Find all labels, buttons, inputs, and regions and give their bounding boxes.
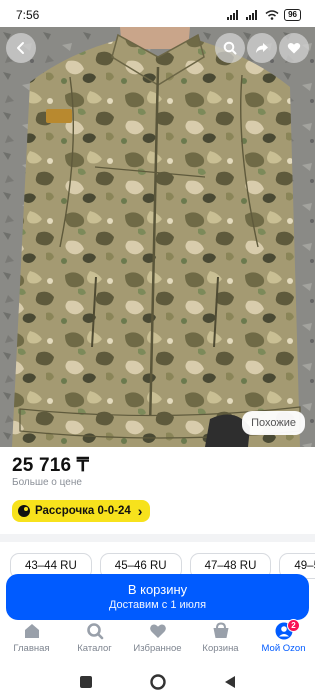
wifi-icon <box>265 10 279 20</box>
installment-label: Рассрочка 0-0-24 <box>35 505 131 517</box>
basket-icon <box>212 622 230 640</box>
share-button[interactable] <box>247 33 277 63</box>
back-icon <box>17 42 24 54</box>
delivery-date: Доставим с 1 июля <box>108 599 207 611</box>
system-navigation <box>0 664 315 700</box>
nav-item-cart[interactable]: Корзина <box>189 622 252 654</box>
status-bar: 7:56 96 <box>0 0 315 30</box>
installment-badge[interactable]: Рассрочка 0-0-24 › <box>12 500 151 522</box>
search-icon <box>86 622 104 640</box>
battery-icon: 96 <box>284 9 301 21</box>
signal-icon <box>227 10 239 20</box>
nav-item-catalog[interactable]: Каталог <box>63 622 126 654</box>
heart-icon <box>149 622 167 640</box>
home-system-icon[interactable] <box>149 674 166 690</box>
favorite-button[interactable] <box>279 33 309 63</box>
chevron-right-icon: › <box>137 503 143 519</box>
back-button[interactable] <box>6 33 36 63</box>
recents-icon[interactable] <box>79 675 93 689</box>
status-time: 7:56 <box>16 8 40 22</box>
signal-icon-2 <box>246 10 258 20</box>
product-page: 7:56 96 Похожие 25 716 ₸ Больше о цене Р… <box>0 0 315 700</box>
nav-item-favorites[interactable]: Избранное <box>126 622 189 654</box>
share-icon <box>256 43 268 53</box>
search-icon <box>223 41 237 55</box>
product-image[interactable]: Похожие <box>0 27 315 447</box>
back-system-icon[interactable] <box>223 675 237 689</box>
status-icons: 96 <box>227 9 301 21</box>
add-to-cart-button[interactable]: В корзину Доставим с 1 июля <box>6 574 309 620</box>
installment-icon <box>18 505 30 517</box>
search-button[interactable] <box>215 33 245 63</box>
bottom-navigation: Главная Каталог Избранное Корзина 2 Мой … <box>0 619 315 662</box>
camo-jacket-illustration <box>0 27 315 447</box>
price-details-link[interactable]: Больше о цене <box>12 477 82 488</box>
nav-item-home[interactable]: Главная <box>0 622 63 654</box>
nav-label-home: Главная <box>13 643 50 654</box>
nav-label-profile: Мой Ozon <box>261 643 306 654</box>
profile-badge: 2 <box>287 619 300 632</box>
nav-label-favorites: Избранное <box>133 643 182 654</box>
section-divider <box>0 534 315 542</box>
similar-button[interactable]: Похожие <box>242 411 305 435</box>
add-to-cart-label: В корзину <box>127 582 188 597</box>
heart-icon <box>287 42 301 54</box>
nav-label-cart: Корзина <box>202 643 239 654</box>
product-price: 25 716 ₸ <box>12 455 90 476</box>
home-icon <box>23 622 41 640</box>
nav-item-profile[interactable]: 2 Мой Ozon <box>252 619 315 654</box>
nav-label-catalog: Каталог <box>77 643 112 654</box>
